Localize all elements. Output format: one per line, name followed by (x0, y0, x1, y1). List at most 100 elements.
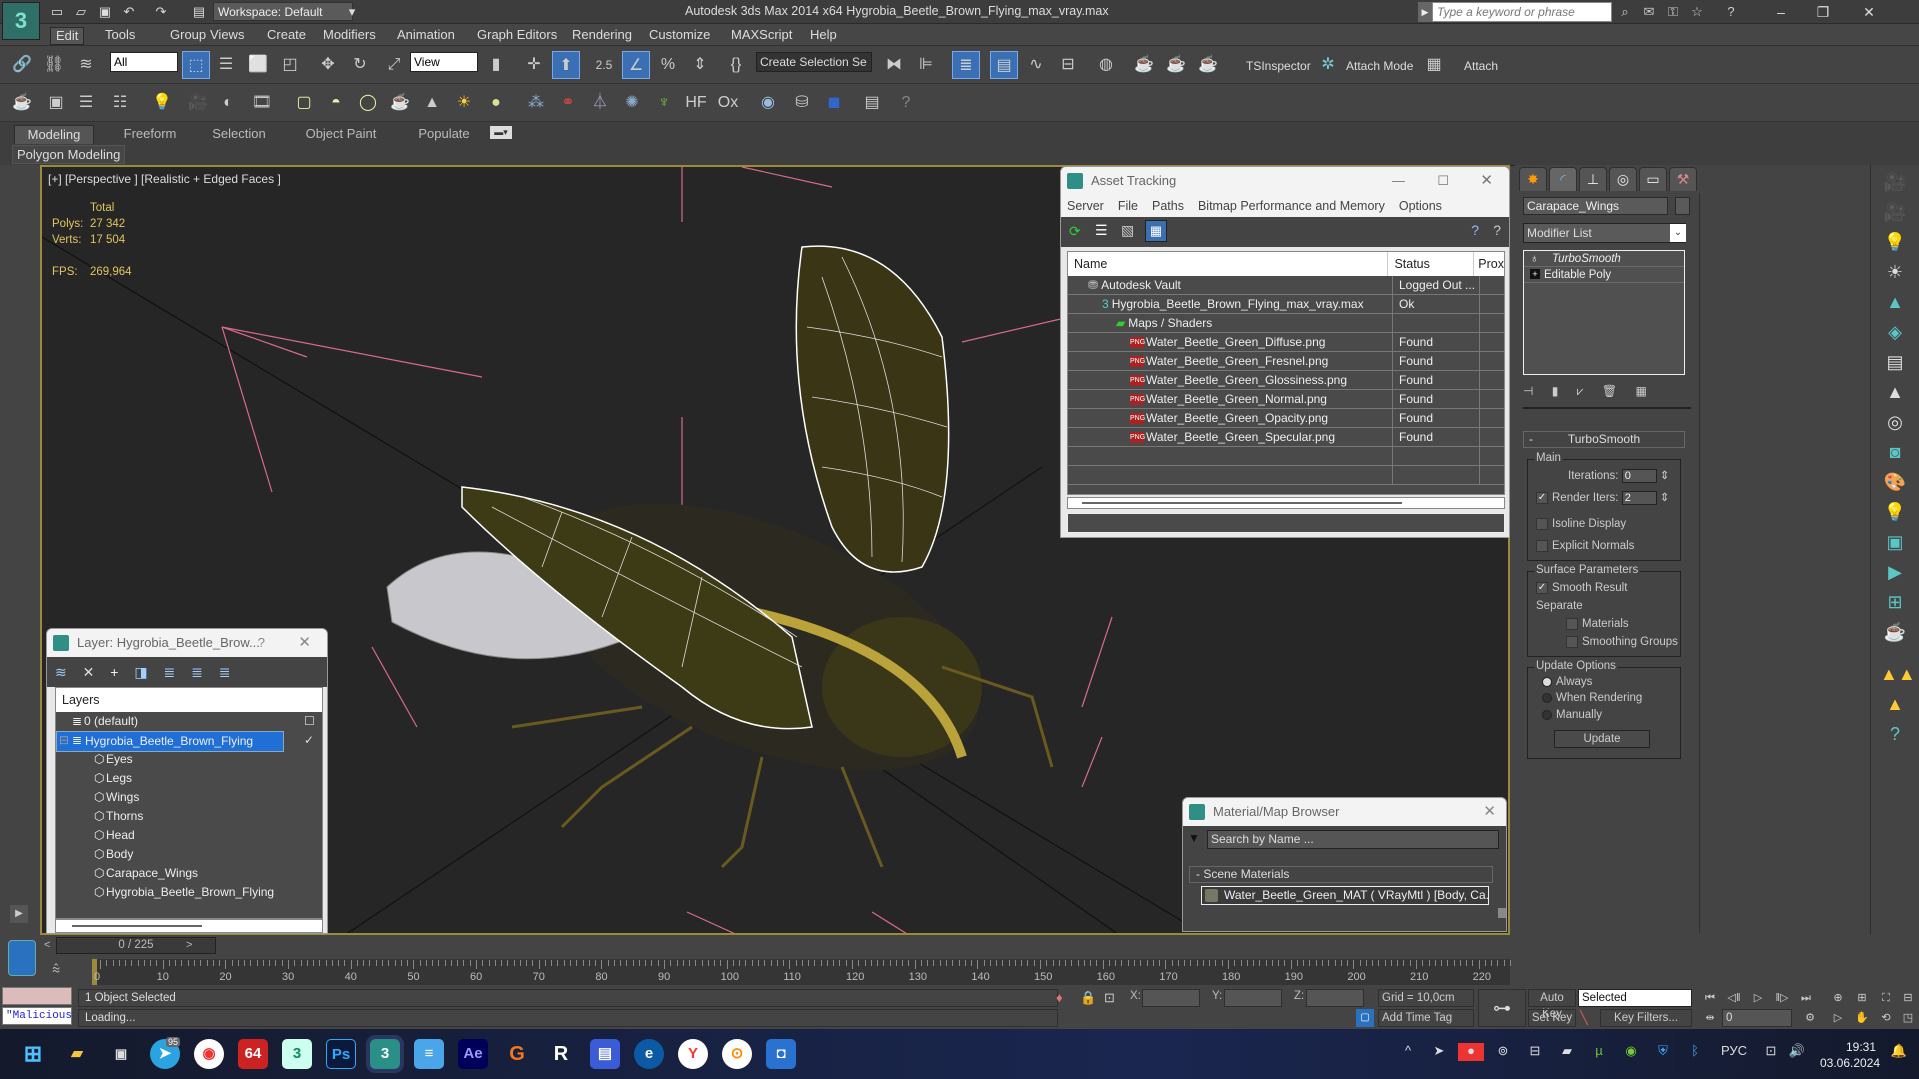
app-menu-button[interactable]: 3 (2, 2, 40, 40)
curve-editor-icon[interactable]: ∿ (1022, 51, 1050, 79)
material-search-input[interactable]: Search by Name ... (1207, 830, 1499, 849)
g-app-icon[interactable]: G (502, 1039, 532, 1069)
align-icon[interactable]: ⊫ (912, 51, 940, 79)
snap-toggle-icon[interactable]: 2.5 (590, 51, 618, 79)
layer-window-titlebar[interactable]: Layer: Hygrobia_Beetle_Brow... ? ✕ (47, 629, 327, 657)
asset-path-field[interactable] (1067, 513, 1505, 533)
vray-frame-buffer-icon[interactable]: ⛁ (788, 89, 816, 117)
asset-row[interactable]: PNGWater_Beetle_Green_Normal.png Found (1068, 390, 1504, 409)
stack-item-turbosmooth[interactable]: ♁ TurboSmooth (1524, 251, 1684, 267)
absolute-mode-icon[interactable]: ⊡ (1104, 990, 1115, 1006)
polygon-modeling-panel[interactable]: Polygon Modeling (12, 145, 126, 164)
vray-fur-icon[interactable]: ♆ (650, 89, 678, 117)
go-to-end-icon[interactable]: ⏭ (1796, 989, 1816, 1007)
material-scrollbar[interactable] (1498, 908, 1506, 918)
light-bulb-icon[interactable]: 💡 (1880, 229, 1910, 255)
motion-tab-icon[interactable]: ◎ (1609, 167, 1637, 191)
help-topic-icon[interactable]: ? (1493, 222, 1501, 238)
defender-tray-icon[interactable]: ⛨ (1650, 1043, 1676, 1059)
asset-tracking-titlebar[interactable]: Asset Tracking — ☐ ✕ (1061, 167, 1509, 195)
next-frame-icon[interactable]: ‖▷ (1772, 989, 1792, 1007)
vray-proxy-icon[interactable]: ⁂ (522, 89, 550, 117)
table-view-icon[interactable]: ▦ (1145, 220, 1167, 242)
light-lister-icon[interactable]: 💡 (148, 89, 176, 117)
material-editor-icon[interactable]: ◍ (1092, 51, 1120, 79)
menu-rendering[interactable]: Rendering (567, 27, 637, 45)
manually-radio[interactable] (1542, 709, 1552, 720)
close-button[interactable]: ✕ (1848, 0, 1890, 24)
maxscript-listener-mini[interactable] (2, 987, 72, 1005)
select-and-link-icon[interactable]: 🔗 (8, 51, 36, 79)
edit-named-selection-icon[interactable]: {} (722, 51, 750, 79)
asset-menu-options[interactable]: Options (1399, 199, 1442, 213)
layer-row[interactable]: ⬡ Carapace_Wings (56, 864, 322, 883)
asset-menu-bitmap-performance-and-memory[interactable]: Bitmap Performance and Memory (1198, 199, 1385, 213)
menu-tools[interactable]: Tools (100, 27, 140, 45)
layers-stack-icon[interactable]: ◙ (1880, 439, 1910, 465)
column-status[interactable]: Status (1388, 252, 1475, 276)
refresh-icon[interactable]: ⟳ (1069, 223, 1081, 240)
palette-icon[interactable]: 🎨 (1880, 469, 1910, 495)
layer-horizontal-scrollbar[interactable] (55, 919, 323, 933)
vray-ambient-light-icon[interactable]: ● (482, 89, 510, 117)
edge-icon[interactable]: e (634, 1039, 664, 1069)
highlight-selected-layer-icon[interactable]: ≣ (163, 664, 175, 680)
object-color-swatch[interactable] (1675, 197, 1690, 215)
attach-label[interactable]: Attach (1464, 56, 1498, 76)
smooth-result-checkbox[interactable]: ✓ (1536, 582, 1548, 594)
vray-help-icon[interactable]: ? (892, 89, 920, 117)
render-iters-spinner[interactable]: 2 (1621, 490, 1657, 505)
expand-left-icon[interactable]: ▶ (10, 905, 28, 923)
unlink-icon[interactable]: ⛓ (40, 51, 68, 79)
configure-modifier-sets-icon[interactable]: ▦ (1635, 384, 1646, 398)
layer-row[interactable]: ⬡ Thorns (56, 807, 322, 826)
create-layer-icon[interactable]: ≋ (55, 664, 67, 680)
quick-access-menu-icon[interactable]: ▾ (343, 3, 361, 21)
stack-item-editable-poly[interactable]: + Editable Poly (1524, 267, 1684, 283)
ribbon-options-icon[interactable]: ▬▾ (490, 126, 512, 139)
attach-checker-icon[interactable]: ▦ (1420, 51, 1448, 79)
add-to-layer-icon[interactable]: + (110, 664, 118, 680)
forest-list-icon[interactable]: ▤ (1880, 349, 1910, 375)
browser-options-icon[interactable]: ▼ (1188, 831, 1200, 845)
menu-modifiers[interactable]: Modifiers (318, 27, 381, 45)
time-slider-next-icon[interactable]: > (186, 939, 192, 951)
update-button[interactable]: Update (1554, 730, 1650, 748)
chevron-down-icon[interactable]: ⌄ (1670, 224, 1686, 242)
menu-animation[interactable]: Animation (392, 27, 460, 45)
vray-ox-icon[interactable]: Ox (714, 89, 742, 117)
hide-all-layers-icon[interactable]: ≣ (191, 664, 203, 680)
help-icon[interactable]: ? (1471, 222, 1479, 238)
current-layer-check-icon[interactable]: ✓ (304, 731, 314, 750)
isolate-selection-icon[interactable]: ♦ (1056, 990, 1063, 1005)
vray-camera-icon[interactable]: 🎥 (1880, 169, 1910, 195)
always-radio[interactable] (1542, 676, 1552, 687)
select-objects-in-layer-icon[interactable]: ◨ (134, 664, 147, 680)
list-sliders-icon[interactable]: ☷ (106, 89, 134, 117)
zoom-icon[interactable]: ⊕ (1828, 989, 1848, 1007)
delete-layer-icon[interactable]: ✕ (83, 664, 95, 680)
close-button[interactable]: ✕ (298, 629, 311, 657)
vray-ies-light-icon[interactable]: ▲ (418, 89, 446, 117)
save-icon[interactable]: ▣ (96, 3, 114, 21)
utorrent-tray-icon[interactable]: µ (1586, 1043, 1612, 1058)
menu-help[interactable]: Help (805, 27, 842, 45)
show-hidden-icons-icon[interactable]: ^ (1395, 1043, 1421, 1058)
timeline-track[interactable]: 0 10 20 30 40 50 60 70 80 90 100 110 120 130 140 150 160… (92, 959, 1511, 985)
named-selection-dropdown[interactable]: Create Selection Se (756, 52, 872, 72)
favorites-icon[interactable]: ☆ (1688, 3, 1706, 21)
asset-row[interactable]: ⛃ Autodesk Vault Logged Out ... (1068, 276, 1504, 295)
render-play-icon[interactable]: ▶ (1880, 559, 1910, 585)
isoline-display-checkbox[interactable] (1536, 518, 1548, 530)
corona-icon[interactable]: ◎ (1880, 409, 1910, 435)
time-tag-icon[interactable]: ▢ (1356, 1009, 1374, 1027)
asset-row[interactable]: PNGWater_Beetle_Green_Glossiness.png Foun… (1068, 371, 1504, 390)
hotspot-tray-icon[interactable]: ⊚ (1490, 1043, 1516, 1059)
vray-dome-light-icon[interactable]: ◓ (322, 89, 350, 117)
bind-space-warp-icon[interactable]: ≋ (72, 51, 100, 79)
notifications-icon[interactable]: 🔔 (1886, 1043, 1912, 1059)
scene-explorer-icon[interactable]: ▤ (990, 51, 1018, 79)
help-icon[interactable]: ? (1722, 3, 1740, 21)
rotate-icon[interactable]: ↻ (346, 51, 374, 79)
layer-row[interactable]: ⬡ Hygrobia_Beetle_Brown_Flying (56, 883, 322, 902)
